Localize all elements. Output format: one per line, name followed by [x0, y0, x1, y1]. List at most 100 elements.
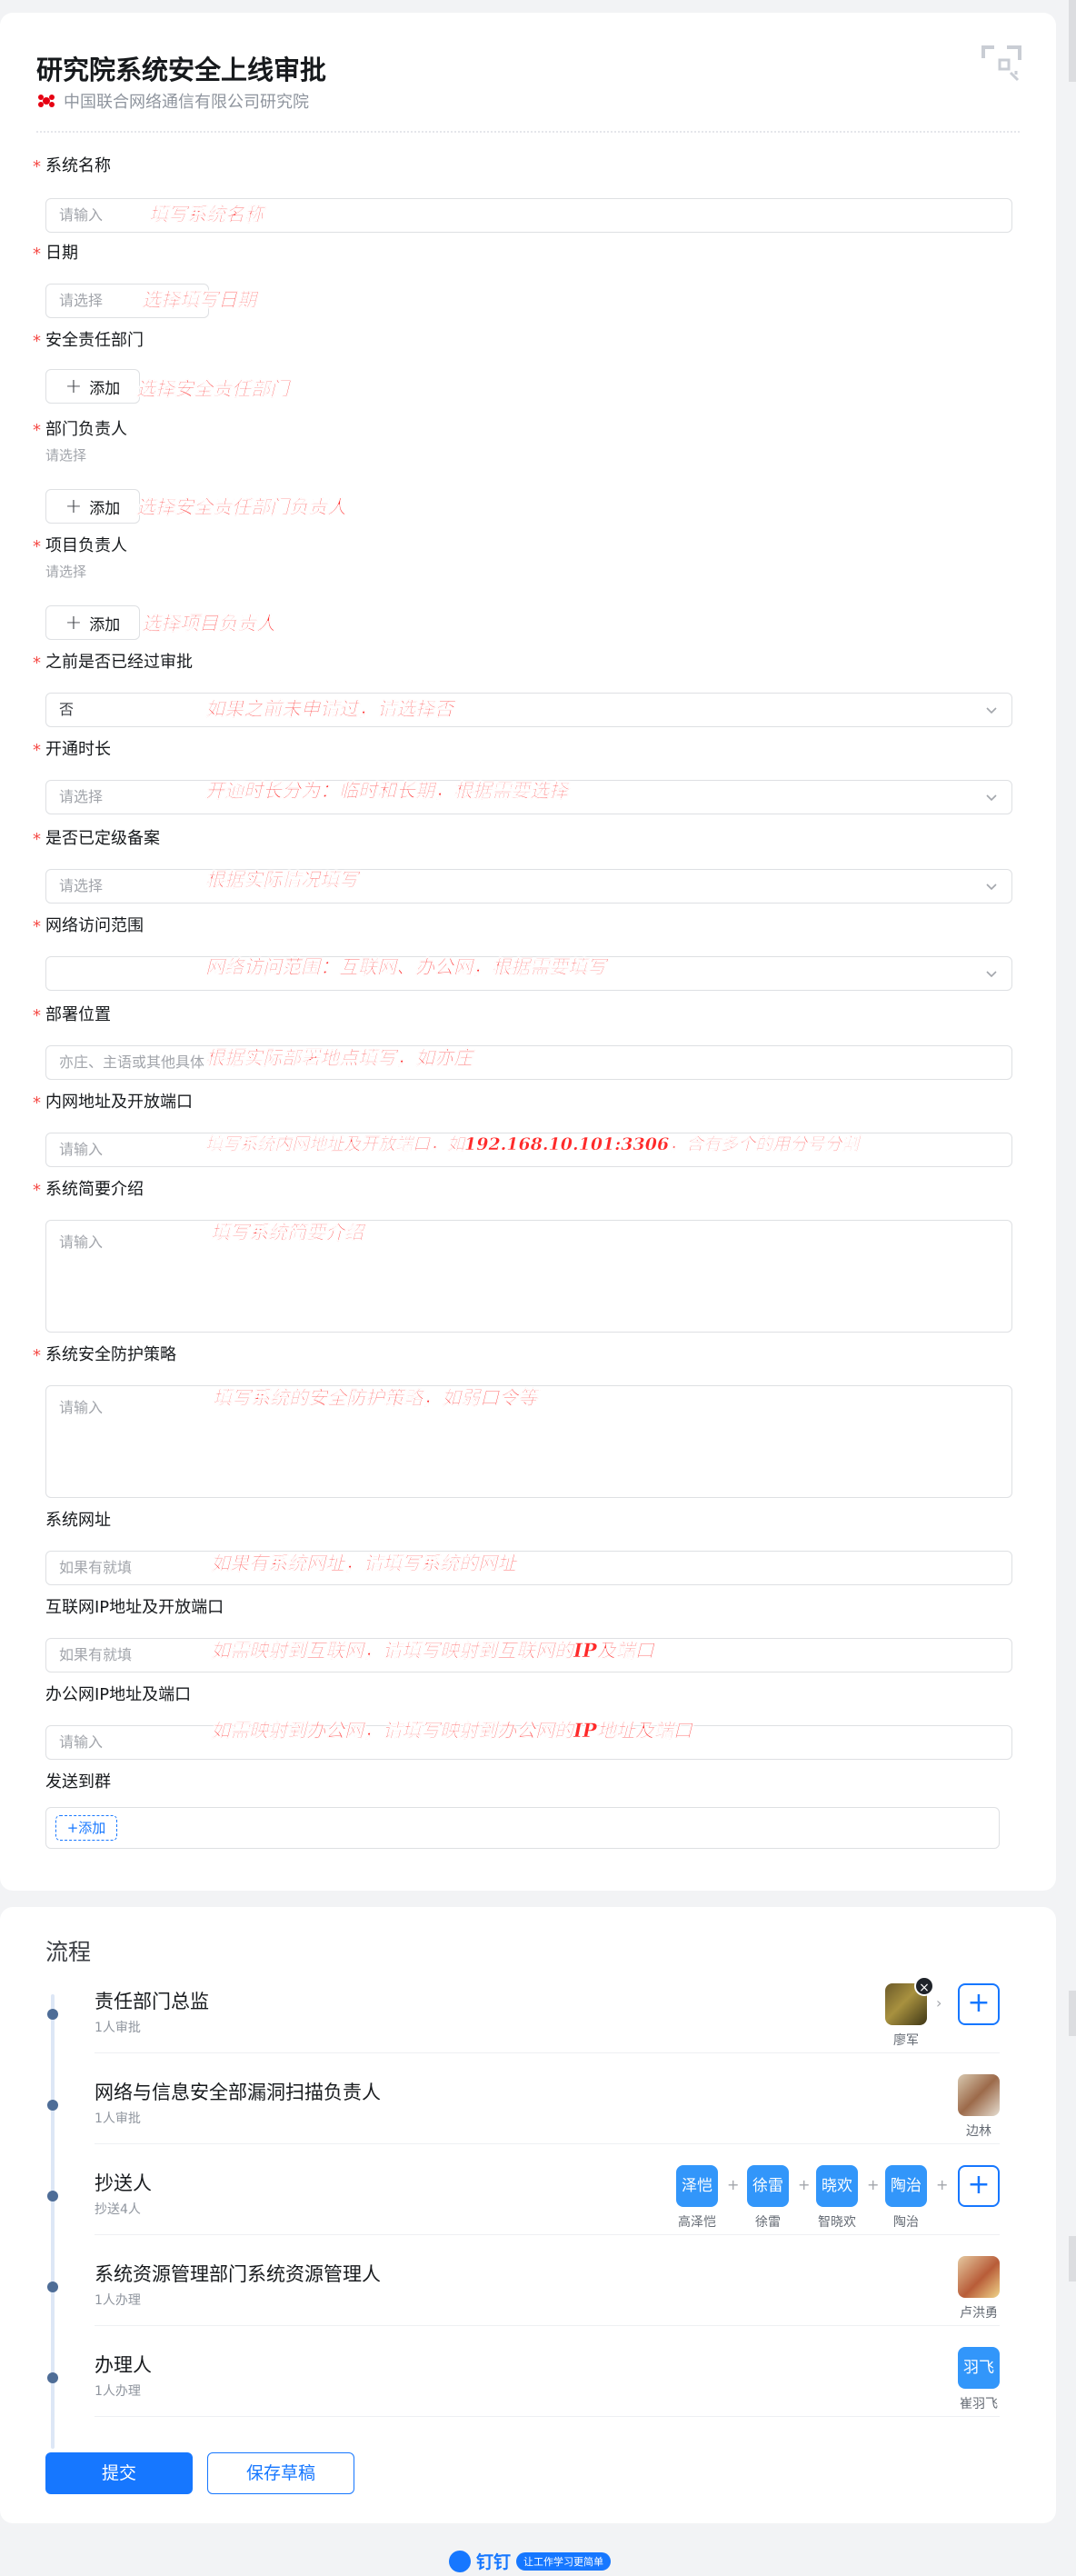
timeline-dot [47, 2100, 58, 2111]
remove-icon[interactable]: × [914, 1976, 934, 1996]
field-prior-approval: * 之前是否已经过审批 否 如果之前未申请过，请选择否 [33, 651, 1014, 727]
field-label: 部署位置 [45, 1005, 111, 1024]
org-line: 中国联合网络通信有限公司研究院 [36, 89, 309, 113]
field-send-to-group: 发送到群 +添加 [33, 1771, 1014, 1849]
required-mark: * [33, 537, 41, 556]
annotation: 选择安全责任部门负责人 [136, 495, 346, 518]
avatar: 晓欢 [816, 2165, 858, 2207]
cc-person[interactable]: 徐雷 徐雷 [736, 2165, 800, 2231]
field-intranet-address: * 内网地址及开放端口 请输入 填写系统内网地址及开放端口，如192.168.10… [33, 1091, 1014, 1167]
annotation: 网络访问范围：互联网、办公网，根据需要填写 [205, 955, 606, 978]
field-label: 开通时长 [45, 740, 111, 759]
step-name: 系统资源管理部门系统资源管理人 [95, 2263, 381, 2285]
brand-name: 钉钉 [476, 2552, 512, 2572]
field-label: 日期 [45, 244, 78, 263]
dingtalk-logo-icon [449, 2550, 471, 2572]
annotation: 选择填写日期 [142, 288, 256, 311]
field-label: 内网地址及开放端口 [45, 1093, 193, 1112]
field-label: 部门负责人 [45, 420, 127, 439]
org-name: 中国联合网络通信有限公司研究院 [64, 93, 309, 112]
cc-person[interactable]: 陶治 陶治 [874, 2165, 938, 2231]
qr-code-icon[interactable] [980, 44, 1023, 87]
submit-button[interactable]: 提交 [45, 2452, 193, 2494]
field-network-scope: * 网络访问范围 网络访问范围：互联网、办公网，根据需要填写 [33, 914, 1014, 991]
person-name: 廖军 [893, 2033, 919, 2048]
handler[interactable]: 羽飞 崔羽飞 [947, 2347, 1011, 2412]
chevron-down-icon [986, 707, 997, 714]
field-label: 发送到群 [45, 1772, 111, 1792]
system-intro-textarea[interactable]: 请输入 [45, 1220, 1012, 1333]
avatar: 羽飞 [958, 2347, 1000, 2389]
add-dept-button[interactable]: + 添加 [45, 369, 140, 404]
field-duration: * 开通时长 请选择 开通时长分为：临时和长期，根据需要选择 [33, 738, 1014, 814]
group-box: +添加 [45, 1807, 1000, 1849]
flow-card: 流程 责任部门总监 1人审批 × 廖军 › + 网络与信息安全部漏洞扫描负责人 … [0, 1907, 1056, 2523]
system-url-input[interactable]: 如果有就填 [45, 1551, 1012, 1585]
step-name: 网络与信息安全部漏洞扫描负责人 [95, 2082, 381, 2103]
step-count: 1人审批 [95, 2021, 141, 2035]
field-label: 互联网IP地址及开放端口 [45, 1598, 224, 1617]
field-label: 之前是否已经过审批 [45, 653, 193, 672]
required-mark: * [33, 245, 41, 264]
flow-step: 抄送人 抄送4人 泽恺 高泽恺 + 徐雷 徐雷 + 晓欢 智晓欢 + 陶治 陶治… [45, 2165, 1000, 2256]
field-label: 项目负责人 [45, 536, 127, 555]
timeline-dot [47, 2372, 58, 2383]
field-hint: 请选择 [45, 564, 87, 580]
flow-step: 系统资源管理部门系统资源管理人 1人办理 卢洪勇 [45, 2256, 1000, 2347]
field-grading-filing: * 是否已定级备案 请选择 根据实际情况填写 [33, 827, 1014, 904]
person-name: 高泽恺 [678, 2215, 716, 2230]
step-name: 责任部门总监 [95, 1991, 209, 2012]
required-mark: * [33, 332, 41, 351]
add-project-lead-button[interactable]: + 添加 [45, 605, 140, 640]
step-count: 1人办理 [95, 2293, 141, 2308]
field-system-intro: * 系统简要介绍 请输入 填写系统简要介绍 [33, 1178, 1014, 1333]
add-group-button[interactable]: +添加 [55, 1815, 117, 1841]
annotation: 如需映射到办公网，请填写映射到办公网的IP地址及端口 [211, 1719, 692, 1742]
add-dept-head-button[interactable]: + 添加 [45, 489, 140, 524]
scrollbar-mark [1069, 1991, 1076, 2036]
annotation: 填写系统名称 [149, 203, 264, 225]
step-count: 1人审批 [95, 2112, 141, 2126]
field-date: * 日期 请选择 选择填写日期 [33, 242, 1014, 318]
approver[interactable]: 边林 [947, 2074, 1011, 2140]
field-office-ip: 办公网IP地址及端口 请输入 如需映射到办公网，请填写映射到办公网的IP地址及端… [33, 1683, 1014, 1760]
annotation: 如果之前未申请过，请选择否 [205, 697, 453, 720]
field-security-policy: * 系统安全防护策略 请输入 填写系统的安全防护策略，如弱口令等 [33, 1343, 1014, 1498]
required-mark: * [33, 421, 41, 440]
plus-icon: + [65, 494, 83, 518]
avatar: 陶治 [885, 2165, 927, 2207]
required-mark: * [33, 917, 41, 936]
avatar: 泽恺 [676, 2165, 718, 2207]
save-draft-button[interactable]: 保存草稿 [207, 2452, 354, 2494]
flow-step: 网络与信息安全部漏洞扫描负责人 1人审批 边林 [45, 2074, 1000, 2165]
cc-person[interactable]: 泽恺 高泽恺 [665, 2165, 729, 2231]
annotation: 填写系统内网地址及开放端口，如192.168.10.101:3306，含有多个的… [205, 1134, 860, 1154]
person-name: 边林 [966, 2124, 991, 2139]
field-project-lead: * 项目负责人 请选择 + 添加 选择项目负责人 [33, 534, 1014, 640]
approver[interactable]: × 廖军 [874, 1976, 938, 2049]
prior-approval-select[interactable]: 否 [45, 693, 1012, 727]
person-name: 崔羽飞 [960, 2397, 998, 2411]
add-cc-button[interactable]: + [958, 2165, 1000, 2207]
deploy-location-input[interactable]: 亦庄、主语或其他具体 [45, 1045, 1012, 1080]
field-label: 网络访问范围 [45, 916, 144, 935]
add-approver-button[interactable]: + [958, 1983, 1000, 2025]
person-name: 卢洪勇 [960, 2306, 998, 2321]
person-name: 陶治 [893, 2215, 919, 2230]
person-name: 徐雷 [755, 2215, 781, 2230]
field-deploy-location: * 部署位置 亦庄、主语或其他具体 根据实际部署地点填写，如亦庄 [33, 1003, 1014, 1080]
plus-icon: + [65, 611, 83, 634]
person-name: 智晓欢 [818, 2215, 856, 2230]
handler[interactable]: 卢洪勇 [947, 2256, 1011, 2321]
scrollbar-track[interactable] [1069, 0, 1076, 82]
timeline-dot [47, 2009, 58, 2020]
step-count: 抄送4人 [95, 2202, 141, 2217]
avatar: × [885, 1976, 934, 2025]
cc-person[interactable]: 晓欢 智晓欢 [805, 2165, 869, 2231]
annotation: 如果有系统网址，请填写系统的网址 [211, 1552, 516, 1574]
brand-slogan: 让工作学习更简单 [516, 2551, 612, 2571]
field-system-url: 系统网址 如果有就填 如果有系统网址，请填写系统的网址 [33, 1509, 1014, 1585]
field-label: 系统安全防护策略 [45, 1345, 176, 1364]
grading-select[interactable]: 请选择 [45, 869, 1012, 904]
annotation: 填写系统的安全防护策略，如弱口令等 [213, 1386, 537, 1409]
